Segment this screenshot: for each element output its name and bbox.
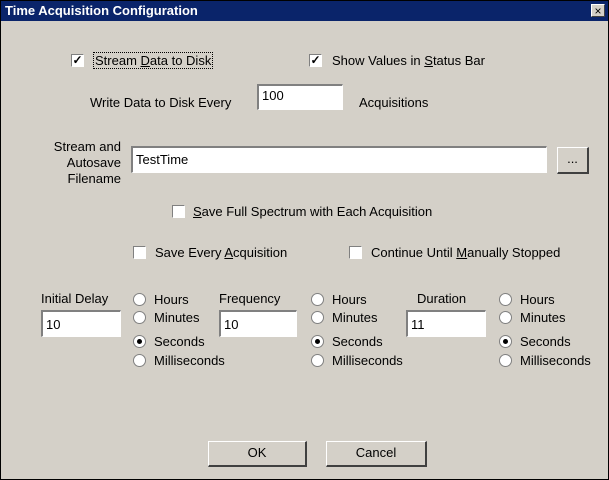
write-every-input[interactable]: 100 bbox=[257, 84, 343, 110]
frequency-minutes-radio[interactable] bbox=[311, 311, 324, 324]
cancel-button[interactable]: Cancel bbox=[326, 441, 427, 467]
save-every-label-b: cquisition bbox=[233, 245, 288, 260]
frequency-milliseconds-label[interactable]: Milliseconds bbox=[332, 353, 403, 368]
radio-selected-dot bbox=[503, 339, 508, 344]
show-values-label[interactable]: Show Values in Status Bar bbox=[332, 53, 485, 68]
filename-input[interactable]: TestTime bbox=[131, 146, 547, 173]
stream-to-disk-label-a: Stream bbox=[95, 53, 141, 68]
continue-until-label-b: anually Stopped bbox=[467, 245, 561, 260]
time-acquisition-dialog: Time Acquisition Configuration × ✓ Strea… bbox=[0, 0, 609, 480]
frequency-seconds-label[interactable]: Seconds bbox=[332, 334, 383, 349]
initial-delay-label: Initial Delay bbox=[41, 291, 109, 306]
duration-hours-radio[interactable] bbox=[499, 293, 512, 306]
continue-until-label-a: Continue Until bbox=[371, 245, 457, 260]
stream-to-disk-label[interactable]: Stream Data to Disk bbox=[93, 52, 214, 69]
show-values-label-a: Show Values in bbox=[332, 53, 425, 68]
save-full-spectrum-label[interactable]: Save Full Spectrum with Each Acquisition bbox=[193, 204, 432, 219]
frequency-input[interactable]: 10 bbox=[219, 310, 297, 337]
browse-button[interactable]: ... bbox=[557, 147, 589, 174]
show-values-label-u: S bbox=[424, 53, 433, 68]
save-full-spectrum-label-b: ave Full Spectrum with Each Acquisition bbox=[201, 204, 433, 219]
filename-label-line1: Stream and bbox=[53, 139, 121, 154]
continue-until-label[interactable]: Continue Until Manually Stopped bbox=[371, 245, 560, 260]
save-every-label-u: A bbox=[224, 245, 234, 260]
duration-hours-label[interactable]: Hours bbox=[520, 292, 555, 307]
save-full-spectrum-label-u: S bbox=[193, 204, 202, 219]
duration-seconds-label[interactable]: Seconds bbox=[520, 334, 571, 349]
title-bar[interactable]: Time Acquisition Configuration × bbox=[1, 1, 608, 21]
continue-until-checkbox[interactable] bbox=[349, 246, 362, 259]
save-every-label[interactable]: Save Every Acquisition bbox=[155, 245, 287, 260]
duration-seconds-radio[interactable] bbox=[499, 335, 512, 348]
initial-delay-input[interactable]: 10 bbox=[41, 310, 121, 337]
filename-label: Stream and Autosave Filename bbox=[41, 139, 121, 187]
write-every-suffix: Acquisitions bbox=[359, 95, 429, 110]
initial-delay-hours-radio[interactable] bbox=[133, 293, 146, 306]
stream-to-disk-label-b: ata to Disk bbox=[149, 53, 212, 68]
stream-to-disk-label-u: D bbox=[140, 53, 150, 68]
duration-minutes-label[interactable]: Minutes bbox=[520, 310, 566, 325]
filename-label-line2: Autosave bbox=[66, 155, 121, 170]
duration-minutes-radio[interactable] bbox=[499, 311, 512, 324]
initial-delay-minutes-radio[interactable] bbox=[133, 311, 146, 324]
show-values-checkbox[interactable]: ✓ bbox=[309, 54, 322, 67]
initial-delay-seconds-radio[interactable] bbox=[133, 335, 146, 348]
initial-delay-milliseconds-label[interactable]: Milliseconds bbox=[154, 353, 225, 368]
save-every-checkbox[interactable] bbox=[133, 246, 146, 259]
frequency-milliseconds-radio[interactable] bbox=[311, 354, 324, 367]
frequency-label: Frequency bbox=[219, 291, 281, 306]
radio-selected-dot bbox=[315, 339, 320, 344]
save-every-label-a: Save Every bbox=[155, 245, 225, 260]
duration-label: Duration bbox=[417, 291, 467, 306]
close-button[interactable]: × bbox=[591, 4, 605, 17]
initial-delay-minutes-label[interactable]: Minutes bbox=[154, 310, 200, 325]
frequency-hours-radio[interactable] bbox=[311, 293, 324, 306]
duration-milliseconds-label[interactable]: Milliseconds bbox=[520, 353, 591, 368]
radio-selected-dot bbox=[137, 339, 142, 344]
duration-input[interactable]: 11 bbox=[406, 310, 486, 337]
initial-delay-seconds-label[interactable]: Seconds bbox=[154, 334, 205, 349]
initial-delay-hours-label[interactable]: Hours bbox=[154, 292, 189, 307]
write-every-label: Write Data to Disk Every bbox=[90, 95, 232, 110]
window-title: Time Acquisition Configuration bbox=[5, 3, 198, 18]
stream-to-disk-checkbox[interactable]: ✓ bbox=[71, 54, 84, 67]
frequency-minutes-label[interactable]: Minutes bbox=[332, 310, 378, 325]
duration-milliseconds-radio[interactable] bbox=[499, 354, 512, 367]
initial-delay-milliseconds-radio[interactable] bbox=[133, 354, 146, 367]
filename-label-line3: Filename bbox=[67, 171, 121, 186]
frequency-seconds-radio[interactable] bbox=[311, 335, 324, 348]
save-full-spectrum-checkbox[interactable] bbox=[172, 205, 185, 218]
show-values-label-b: tatus Bar bbox=[432, 53, 485, 68]
frequency-hours-label[interactable]: Hours bbox=[332, 292, 367, 307]
ok-button[interactable]: OK bbox=[208, 441, 307, 467]
continue-until-label-u: M bbox=[456, 245, 468, 260]
